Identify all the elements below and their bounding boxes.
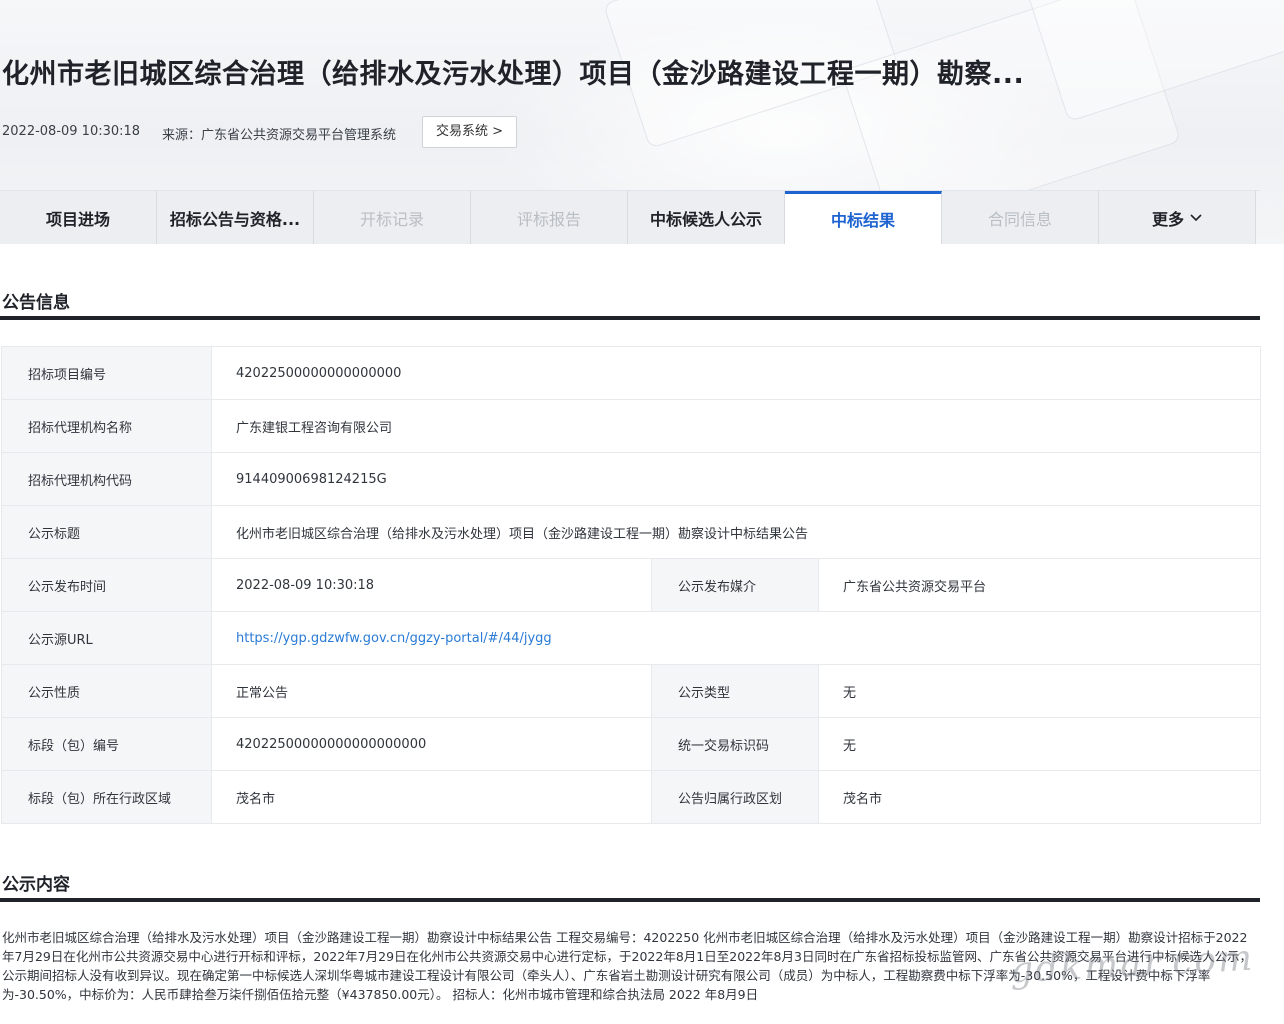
field-label: 招标项目编号 — [1, 346, 212, 400]
field-label: 标段（包）编号 — [1, 717, 212, 771]
field-label: 公示发布媒介 — [651, 558, 819, 612]
section-title-announcement-content: 公示内容 — [2, 875, 70, 895]
table-row: 标段（包）编号 42022500000000000000000 统一交易标识码 … — [1, 717, 1262, 771]
field-label: 招标代理机构代码 — [1, 452, 212, 506]
field-label: 标段（包）所在行政区域 — [1, 770, 212, 824]
source-text: 来源：广东省公共资源交易平台管理系统 — [162, 128, 397, 143]
table-row: 公示性质 正常公告 公示类型 无 — [1, 664, 1262, 718]
field-label: 招标代理机构名称 — [1, 399, 212, 453]
field-label: 公示类型 — [651, 664, 819, 718]
tab-more[interactable]: 更多 — [1099, 191, 1256, 244]
section-title-announcement-info: 公告信息 — [2, 293, 70, 313]
table-row: 公示源URL https://ygp.gdzwfw.gov.cn/ggzy-po… — [1, 611, 1262, 665]
page-title: 化州市老旧城区综合治理（给排水及污水处理）项目（金沙路建设工程一期）勘察... — [2, 59, 1025, 90]
field-value: 茂名市 — [211, 770, 652, 824]
field-value: 正常公告 — [211, 664, 652, 718]
field-label: 公告归属行政区划 — [651, 770, 819, 824]
field-label: 公示源URL — [1, 611, 212, 665]
table-row: 招标代理机构代码 91440900698124215G — [1, 452, 1262, 506]
field-value: 广东建银工程咨询有限公司 — [210, 399, 1262, 453]
field-value: 化州市老旧城区综合治理（给排水及污水处理）项目（金沙路建设工程一期）勘察设计中标… — [210, 505, 1262, 559]
field-label: 公示发布时间 — [1, 558, 212, 612]
announcement-info-table: 招标项目编号 42022500000000000000 招标代理机构名称 广东建… — [1, 346, 1262, 824]
field-value: 无 — [817, 664, 1262, 718]
table-row: 公示标题 化州市老旧城区综合治理（给排水及污水处理）项目（金沙路建设工程一期）勘… — [1, 505, 1262, 559]
tab-candidate-notice[interactable]: 中标候选人公示 — [628, 191, 785, 244]
section-divider — [0, 898, 1260, 902]
field-value: 无 — [817, 717, 1262, 771]
table-row: 招标代理机构名称 广东建银工程咨询有限公司 — [1, 399, 1262, 453]
field-label: 公示性质 — [1, 664, 212, 718]
field-label: 统一交易标识码 — [651, 717, 819, 771]
source-url-link[interactable]: https://ygp.gdzwfw.gov.cn/ggzy-portal/#/… — [236, 631, 552, 646]
field-value: 42022500000000000000000 — [211, 717, 652, 771]
field-value: 广东省公共资源交易平台 — [817, 558, 1262, 612]
table-row: 公示发布时间 2022-08-09 10:30:18 公示发布媒介 广东省公共资… — [1, 558, 1262, 612]
table-row: 标段（包）所在行政区域 茂名市 公告归属行政区划 茂名市 — [1, 770, 1262, 824]
tab-contract-info[interactable]: 合同信息 — [942, 191, 1099, 244]
field-label: 公示标题 — [1, 505, 212, 559]
field-value: 2022-08-09 10:30:18 — [211, 558, 652, 612]
tab-more-label: 更多 — [1151, 209, 1184, 229]
tab-evaluation-report[interactable]: 评标报告 — [471, 191, 628, 244]
tab-bar: 项目进场 招标公告与资格... 开标记录 评标报告 中标候选人公示 中标结果 合… — [0, 190, 1260, 245]
tab-bid-opening-record[interactable]: 开标记录 — [314, 191, 471, 244]
field-value: 茂名市 — [817, 770, 1262, 824]
table-row: 招标项目编号 42022500000000000000 — [1, 346, 1262, 400]
chevron-down-icon — [1190, 210, 1202, 226]
trade-system-button[interactable]: 交易系统 > — [422, 116, 517, 148]
field-value: 42022500000000000000 — [210, 346, 1262, 400]
tab-award-result[interactable]: 中标结果 — [785, 191, 942, 244]
tab-tender-notice[interactable]: 招标公告与资格... — [157, 191, 314, 244]
publish-datetime: 2022-08-09 10:30:18 — [2, 124, 141, 139]
field-value: https://ygp.gdzwfw.gov.cn/ggzy-portal/#/… — [210, 611, 1262, 665]
section-divider — [0, 316, 1260, 320]
field-value: 91440900698124215G — [210, 452, 1262, 506]
tab-project-entry[interactable]: 项目进场 — [0, 191, 157, 244]
